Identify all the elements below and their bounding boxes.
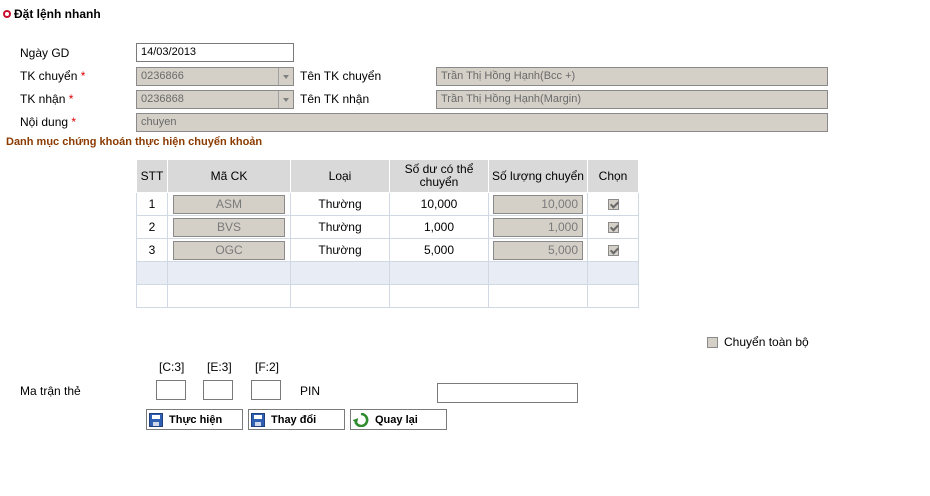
bullet-icon xyxy=(3,10,11,18)
matrix-coord-2: [E:3] xyxy=(207,360,232,374)
tk-chuyen-label: TK chuyển * xyxy=(20,69,86,83)
table-row: 2 BVS Thường 1,000 1,000 xyxy=(136,215,639,239)
transfer-all-checkbox[interactable] xyxy=(707,336,718,348)
col-header-ma-ck: Mã CK xyxy=(167,159,291,193)
col-header-chon: Chọn xyxy=(587,159,639,193)
save-icon xyxy=(251,412,265,427)
ma-ck-field: OGC xyxy=(173,240,285,260)
row-so-du: 1,000 xyxy=(389,215,489,239)
ten-tk-chuyen-label: Tên TK chuyển xyxy=(300,69,382,83)
ten-tk-chuyen-field: Trần Thị Hồng Hạnh(Bcc +) xyxy=(436,67,828,86)
chevron-down-icon[interactable] xyxy=(278,91,293,108)
table-row-empty xyxy=(136,284,639,308)
table-row: 1 ASM Thường 10,000 10,000 xyxy=(136,192,639,216)
matrix-input-3[interactable] xyxy=(251,380,281,400)
row-stt: 3 xyxy=(136,238,168,262)
row-so-du: 5,000 xyxy=(389,238,489,262)
page-title-text: Đặt lệnh nhanh xyxy=(14,7,101,21)
col-header-loai: Loại xyxy=(290,159,390,193)
back-arrow-icon xyxy=(353,412,369,427)
pin-label: PIN xyxy=(300,384,321,398)
so-luong-input[interactable]: 5,000 xyxy=(493,240,583,260)
page-title: Đặt lệnh nhanh xyxy=(3,7,101,21)
noi-dung-input[interactable]: chuyen xyxy=(136,113,828,132)
change-button[interactable]: Thay đổi xyxy=(248,409,345,430)
tk-nhan-select[interactable]: 0236868 xyxy=(136,90,294,109)
execute-button[interactable]: Thực hiện xyxy=(146,409,243,430)
ngay-gd-label: Ngày GD xyxy=(20,46,70,60)
row-stt: 1 xyxy=(136,192,168,216)
chon-checkbox[interactable] xyxy=(607,199,619,211)
row-loai: Thường xyxy=(290,215,390,239)
row-loai: Thường xyxy=(290,192,390,216)
section-title: Danh mục chứng khoán thực hiện chuyển kh… xyxy=(6,136,263,148)
row-so-du: 10,000 xyxy=(389,192,489,216)
matrix-coord-1: [C:3] xyxy=(159,360,185,374)
ma-ck-field: BVS xyxy=(173,217,285,237)
chon-checkbox[interactable] xyxy=(607,245,619,257)
pin-input[interactable] xyxy=(437,383,578,403)
so-luong-input[interactable]: 10,000 xyxy=(493,194,583,214)
matrix-coord-3: [F:2] xyxy=(255,360,280,374)
matrix-input-2[interactable] xyxy=(203,380,233,400)
ten-tk-nhan-label: Tên TK nhận xyxy=(300,92,370,106)
table-row: 3 OGC Thường 5,000 5,000 xyxy=(136,238,639,262)
tk-nhan-label: TK nhận * xyxy=(20,92,74,106)
save-icon xyxy=(149,412,163,427)
securities-table: STT Mã CK Loại Số dư có thể chuyển Số lư… xyxy=(136,159,639,308)
matrix-input-1[interactable] xyxy=(156,380,186,400)
chon-checkbox[interactable] xyxy=(607,222,619,234)
tk-chuyen-select[interactable]: 0236866 xyxy=(136,67,294,86)
col-header-stt: STT xyxy=(136,159,168,193)
transfer-all-label: Chuyển toàn bộ xyxy=(724,335,809,349)
row-loai: Thường xyxy=(290,238,390,262)
col-header-so-du: Số dư có thể chuyển xyxy=(389,159,489,193)
chevron-down-icon[interactable] xyxy=(278,68,293,85)
transfer-all-option[interactable]: Chuyển toàn bộ xyxy=(707,335,809,349)
so-luong-input[interactable]: 1,000 xyxy=(493,217,583,237)
back-button[interactable]: Quay lại xyxy=(350,409,447,430)
ten-tk-nhan-field: Trần Thị Hồng Hạnh(Margin) xyxy=(436,90,828,109)
col-header-so-luong: Số lượng chuyển xyxy=(488,159,588,193)
ma-ck-field: ASM xyxy=(173,194,285,214)
ngay-gd-input[interactable]: 14/03/2013 xyxy=(136,43,294,62)
row-stt: 2 xyxy=(136,215,168,239)
table-row-empty xyxy=(136,261,639,285)
noi-dung-label: Nội dung * xyxy=(20,115,77,129)
matrix-label: Ma trận thẻ xyxy=(20,384,81,398)
